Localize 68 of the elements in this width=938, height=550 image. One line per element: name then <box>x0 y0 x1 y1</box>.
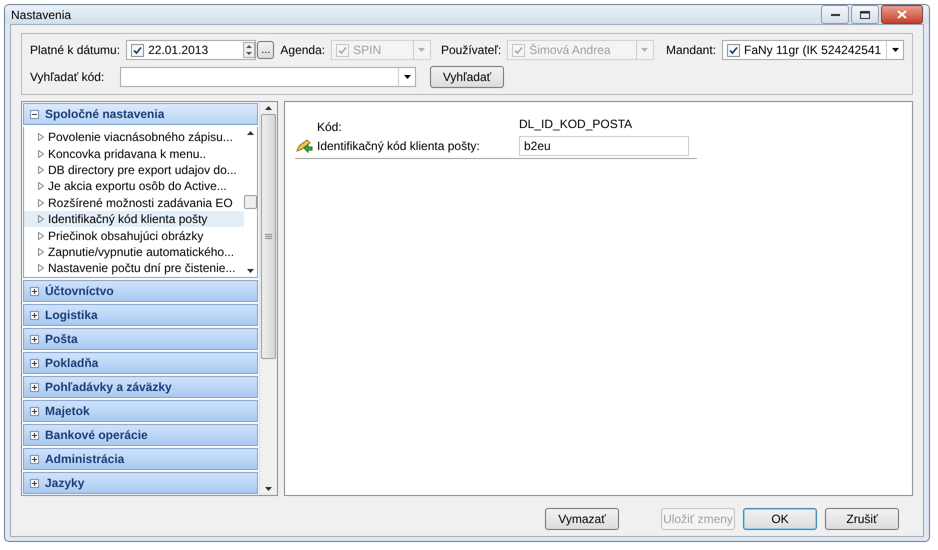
search-field[interactable] <box>120 67 416 87</box>
tree-item[interactable]: Je akcia exportu osôb do Active... <box>24 178 244 195</box>
group-header[interactable]: Jazyky <box>23 472 258 494</box>
dropdown-arrow-icon <box>892 48 898 52</box>
field-label: Identifikačný kód klienta pošty: <box>317 139 481 153</box>
expand-icon[interactable] <box>30 358 39 368</box>
collapse-icon[interactable] <box>30 110 39 118</box>
date-picker-button[interactable]: ... <box>257 41 274 59</box>
code-value: DL_ID_KOD_POSTA <box>519 117 634 131</box>
group-header[interactable]: Bankové operácie <box>23 424 258 446</box>
expand-icon[interactable] <box>30 334 39 344</box>
window-title: Nastavenia <box>11 8 72 22</box>
maximize-icon <box>860 10 870 18</box>
maximize-button[interactable] <box>851 5 879 24</box>
scroll-thumb[interactable] <box>261 114 276 359</box>
expand-icon[interactable] <box>30 454 39 464</box>
tree-item[interactable]: Nastavenie počtu dní pre čistenie... <box>24 260 244 277</box>
group-header[interactable]: Pošta <box>23 328 258 350</box>
tree-item[interactable]: Zapnutie/vypnutie automatického... <box>24 244 244 260</box>
group-header[interactable]: Spoločné nastavenia <box>23 103 258 125</box>
expand-icon[interactable] <box>30 310 39 320</box>
scrollbar[interactable] <box>259 102 277 495</box>
scroll-down-icon[interactable] <box>247 269 254 273</box>
scroll-down-icon[interactable] <box>265 487 272 491</box>
spinner-icon[interactable] <box>243 42 256 58</box>
search-button[interactable]: Vyhľadať <box>430 66 504 88</box>
group-header[interactable]: Administrácia <box>23 448 258 470</box>
dropdown-arrow-icon <box>418 48 426 52</box>
dialog-button[interactable]: OK <box>743 508 817 530</box>
minimize-icon <box>830 13 840 16</box>
group-header[interactable]: Pohľadávky a záväzky <box>23 376 258 398</box>
scroll-up-icon[interactable] <box>247 131 254 135</box>
expand-icon[interactable] <box>30 478 39 488</box>
group-header[interactable]: Účtovníctvo <box>23 280 258 302</box>
group-header[interactable]: Pokladňa <box>23 352 258 374</box>
tree-item[interactable]: Koncovka pridavana k menu.. <box>24 145 244 162</box>
checkbox[interactable] <box>131 44 144 56</box>
group-header[interactable]: Logistika <box>23 304 258 326</box>
expand-icon[interactable] <box>30 382 39 392</box>
scroll-thumb[interactable] <box>244 195 257 209</box>
date-label: Platné k dátumu: <box>30 43 120 57</box>
mandant-label: Mandant: <box>666 43 716 57</box>
agenda-label: Agenda: <box>280 43 326 57</box>
dropdown-arrow-icon <box>641 48 648 52</box>
minimize-button[interactable] <box>821 5 849 24</box>
search-label: Vyhľadať kód: <box>30 70 106 84</box>
expand-icon[interactable] <box>30 286 39 296</box>
dialog-button[interactable]: Zrušiť <box>825 508 899 530</box>
expand-icon[interactable] <box>30 430 39 440</box>
dropdown-field[interactable]: FaNy 11gr (IK 524242541 <box>722 40 904 60</box>
expand-icon[interactable] <box>30 406 39 416</box>
tree-item[interactable]: Rozšírené možnosti zadávania EO <box>24 194 244 211</box>
close-button[interactable] <box>881 5 923 24</box>
dialog-button[interactable]: Vymazať <box>545 508 619 530</box>
close-icon <box>897 10 907 19</box>
pencil-icon <box>295 139 313 153</box>
dropdown-arrow-icon <box>404 75 410 79</box>
checkbox[interactable] <box>727 44 740 56</box>
tree-item[interactable]: Identifikačný kód klienta pošty <box>24 210 244 228</box>
tree-item[interactable]: Povolenie viacnásobného zápisu... <box>24 129 244 146</box>
user-label: Používateľ: <box>440 43 502 57</box>
input-field[interactable]: b2eu <box>519 136 689 156</box>
scroll-up-icon[interactable] <box>265 106 272 110</box>
date-field[interactable]: 22.01.2013 <box>126 40 256 60</box>
group-header[interactable]: Majetok <box>23 400 258 422</box>
code-label: Kód: <box>317 119 343 134</box>
tree-item[interactable]: DB directory pre export udajov do... <box>24 162 244 178</box>
tree-item[interactable]: Priečinok obsahujúci obrázky <box>24 227 244 244</box>
